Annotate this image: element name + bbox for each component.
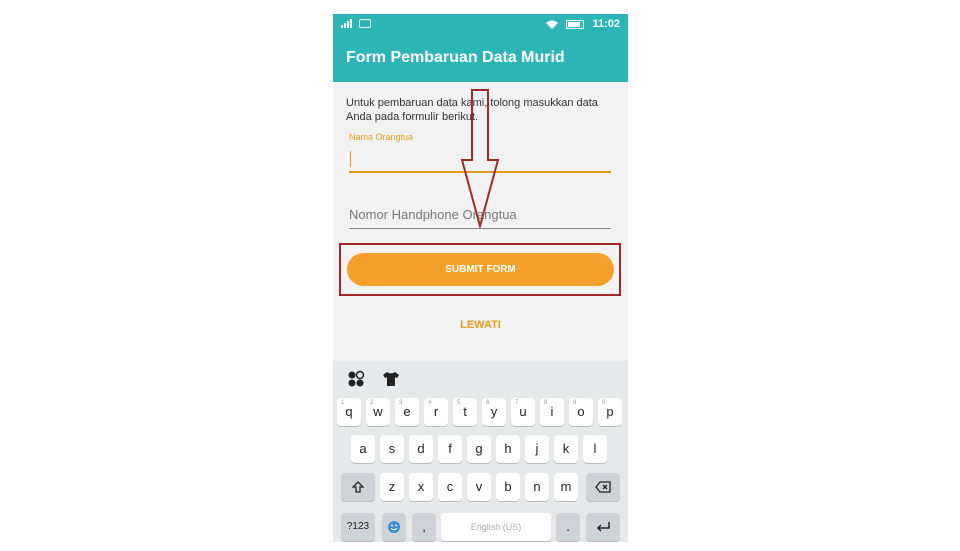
key-label: a <box>359 441 367 456</box>
key-label: i <box>550 404 554 419</box>
enter-icon <box>596 522 610 532</box>
key-b[interactable]: b <box>496 473 520 501</box>
apps-icon[interactable] <box>347 370 365 388</box>
key-hint: 3 <box>399 400 403 406</box>
key-label: f <box>448 441 452 456</box>
key-hint: 6 <box>486 400 490 406</box>
symbols-key[interactable]: ?123 <box>341 513 375 541</box>
key-s[interactable]: s <box>380 435 404 463</box>
key-label: k <box>562 441 570 456</box>
key-f[interactable]: f <box>438 435 462 463</box>
key-label: u <box>519 404 527 419</box>
key-a[interactable]: a <box>351 435 375 463</box>
key-label: p <box>606 404 614 419</box>
key-q[interactable]: q1 <box>337 398 361 426</box>
key-g[interactable]: g <box>467 435 491 463</box>
backspace-key[interactable] <box>586 473 620 501</box>
key-label: o <box>577 404 585 419</box>
key-label: q <box>345 404 353 419</box>
key-label: j <box>535 441 539 456</box>
battery-icon <box>566 19 585 29</box>
key-k[interactable]: k <box>554 435 578 463</box>
key-label: y <box>490 404 498 419</box>
key-label: s <box>388 441 396 456</box>
message-icon <box>359 19 371 28</box>
backspace-icon <box>595 481 611 493</box>
period-key[interactable]: . <box>556 513 580 541</box>
key-z[interactable]: z <box>380 473 404 501</box>
key-label: w <box>373 404 383 419</box>
key-i[interactable]: i8 <box>540 398 564 426</box>
key-y[interactable]: y6 <box>482 398 506 426</box>
key-label: g <box>475 441 483 456</box>
key-hint: 7 <box>515 400 519 406</box>
key-w[interactable]: w2 <box>366 398 390 426</box>
wifi-icon <box>546 20 559 29</box>
text-cursor <box>350 151 351 167</box>
key-label: x <box>417 479 425 494</box>
key-label: v <box>475 479 483 494</box>
key-hint: 0 <box>602 400 606 406</box>
key-label: c <box>446 479 454 494</box>
key-label: t <box>463 404 467 419</box>
key-label: n <box>533 479 541 494</box>
key-hint: 9 <box>573 400 577 406</box>
key-hint: 4 <box>428 400 432 406</box>
key-m[interactable]: m <box>554 473 578 501</box>
key-v[interactable]: v <box>467 473 491 501</box>
highlight-box <box>339 243 621 296</box>
key-h[interactable]: h <box>496 435 520 463</box>
key-r[interactable]: r4 <box>424 398 448 426</box>
key-label: z <box>388 479 396 494</box>
status-bar: 11:02 <box>333 14 628 36</box>
key-l[interactable]: l <box>583 435 607 463</box>
key-label: d <box>417 441 425 456</box>
key-n[interactable]: n <box>525 473 549 501</box>
shift-key[interactable] <box>341 473 375 501</box>
key-hint: 1 <box>341 400 345 406</box>
key-t[interactable]: t5 <box>453 398 477 426</box>
key-label: m <box>560 479 572 494</box>
key-p[interactable]: p0 <box>598 398 622 426</box>
key-d[interactable]: d <box>409 435 433 463</box>
key-hint: 8 <box>544 400 548 406</box>
key-j[interactable]: j <box>525 435 549 463</box>
key-label: l <box>593 441 597 456</box>
key-label: r <box>433 404 439 419</box>
enter-key[interactable] <box>586 513 620 541</box>
emoji-icon <box>388 521 400 533</box>
shift-icon <box>351 481 365 493</box>
key-u[interactable]: u7 <box>511 398 535 426</box>
status-time: 11:02 <box>592 18 620 30</box>
key-e[interactable]: e3 <box>395 398 419 426</box>
skip-button[interactable]: LEWATI <box>333 319 628 331</box>
key-label: h <box>504 441 512 456</box>
key-label: b <box>504 479 512 494</box>
theme-shirt-icon[interactable] <box>382 370 400 388</box>
annotation-arrow-icon <box>460 89 500 228</box>
keyboard: q1w2e3r4t5y6u7i8o9p0 asdfghjkl zxcvbnm ?… <box>333 361 628 542</box>
key-c[interactable]: c <box>438 473 462 501</box>
parent-name-label: Nama Orangtua <box>349 132 414 142</box>
page-title: Form Pembaruan Data Murid <box>346 49 565 66</box>
key-hint: 5 <box>457 400 461 406</box>
app-bar: Form Pembaruan Data Murid <box>333 36 628 82</box>
space-key[interactable]: English (US) <box>441 513 551 541</box>
emoji-key[interactable] <box>382 513 406 541</box>
key-hint: 2 <box>370 400 374 406</box>
signal-icon <box>341 19 353 28</box>
comma-key[interactable]: , <box>412 513 436 541</box>
key-label: e <box>403 404 411 419</box>
key-o[interactable]: o9 <box>569 398 593 426</box>
key-x[interactable]: x <box>409 473 433 501</box>
